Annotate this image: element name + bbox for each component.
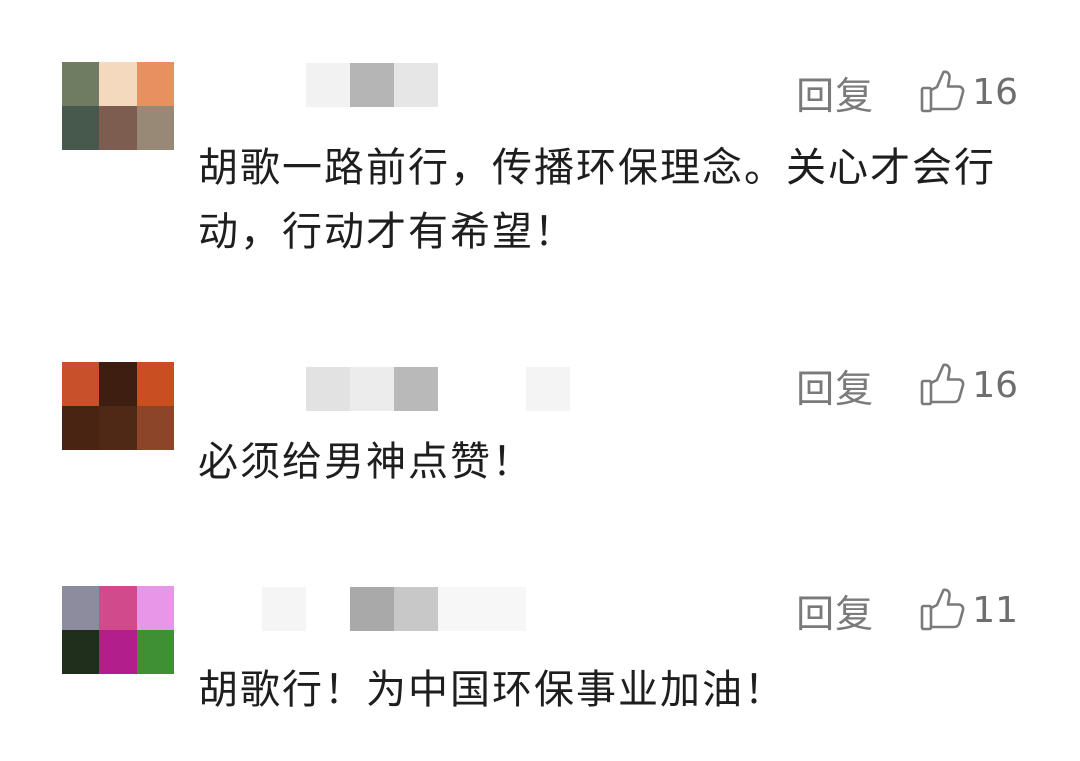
avatar-pixel	[136, 586, 174, 630]
avatar-pixel	[99, 586, 137, 630]
like-count: 11	[972, 589, 1018, 631]
avatar[interactable]	[62, 586, 174, 674]
comment-text: 胡歌行！为中国环保事业加油！	[198, 667, 786, 713]
avatar-pixel	[62, 586, 100, 630]
avatar-pixel	[62, 630, 100, 674]
like-button[interactable]: 11	[918, 585, 1018, 635]
avatar-pixel	[136, 630, 174, 674]
comment-actions: 回复 11	[796, 580, 1018, 640]
reply-button[interactable]: 回复	[796, 583, 874, 638]
comment-item: 回复 11 胡歌行！为中国环保事业加油！	[0, 0, 1080, 761]
thumbs-up-icon	[918, 585, 968, 635]
nickname-blurred[interactable]	[262, 587, 526, 631]
avatar-pixel	[99, 630, 137, 674]
